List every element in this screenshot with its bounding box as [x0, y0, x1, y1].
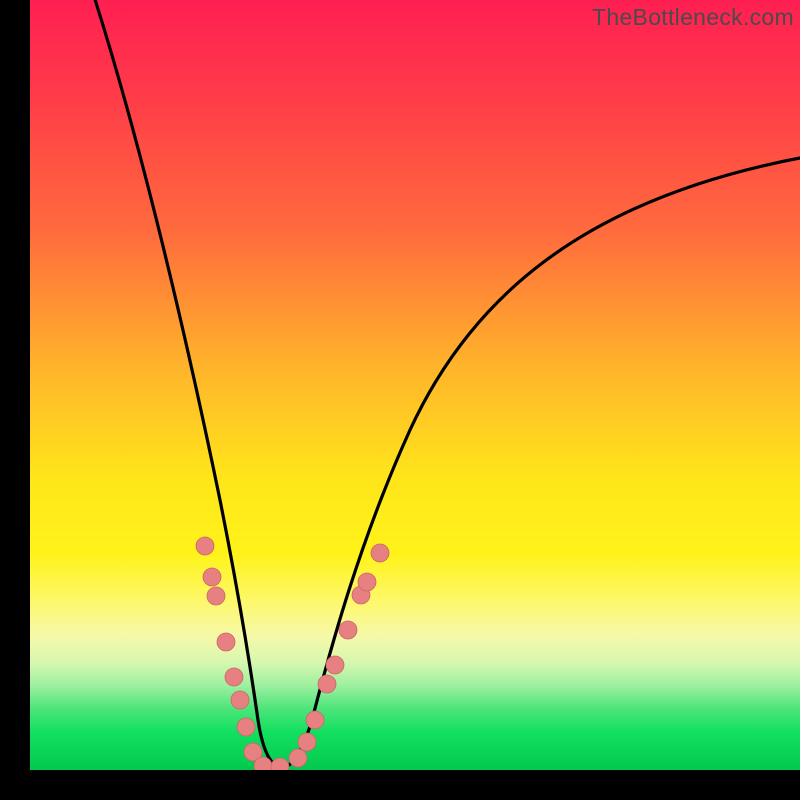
- plot-area: [30, 0, 800, 770]
- bead-marker: [217, 633, 235, 651]
- bead-marker: [339, 621, 357, 639]
- bead-marker: [203, 568, 221, 586]
- bead-marker: [271, 758, 289, 770]
- right-curve: [286, 158, 800, 767]
- bead-marker: [225, 668, 243, 686]
- left-curve: [92, 0, 278, 767]
- bead-marker: [326, 656, 344, 674]
- bead-marker: [371, 544, 389, 562]
- curve-overlay: [30, 0, 800, 770]
- bead-marker: [231, 691, 249, 709]
- bead-marker: [289, 749, 307, 767]
- bead-marker: [318, 675, 336, 693]
- bead-marker: [237, 718, 255, 736]
- bead-marker: [358, 573, 376, 591]
- bead-marker: [306, 711, 324, 729]
- bead-marker: [207, 587, 225, 605]
- watermark-text: TheBottleneck.com: [592, 4, 794, 31]
- bead-marker-group: [196, 537, 389, 770]
- bead-marker: [196, 537, 214, 555]
- bead-marker: [298, 733, 316, 751]
